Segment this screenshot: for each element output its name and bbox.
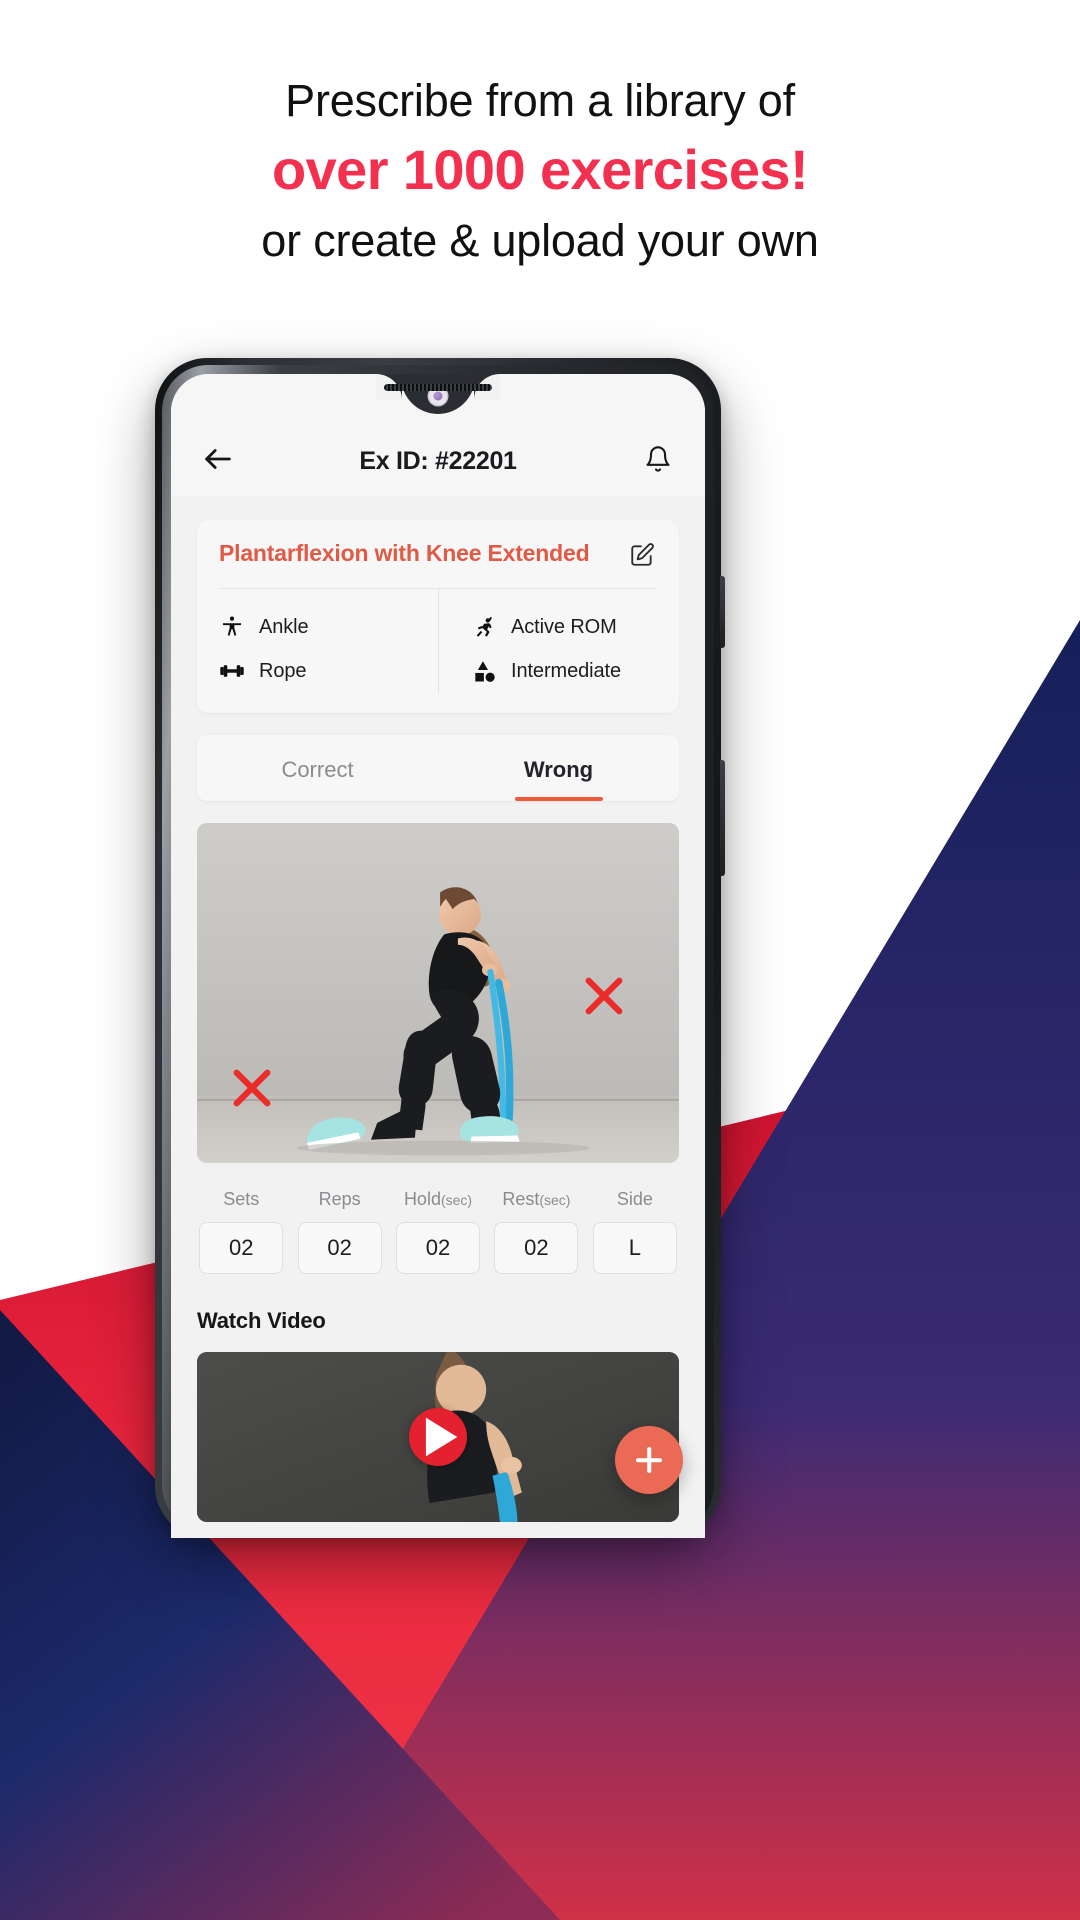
- exercise-media-card: [197, 823, 679, 1163]
- stat-rest: Rest(sec) 02: [492, 1189, 580, 1274]
- app-root: Ex ID: #22201 Plantarflexion with Knee E…: [171, 374, 705, 1538]
- correct-wrong-tabs: Correct Wrong: [197, 735, 679, 801]
- play-icon: [425, 1417, 458, 1457]
- tab-correct[interactable]: Correct: [197, 735, 438, 801]
- attribute-body-part[interactable]: Ankle: [219, 605, 438, 649]
- plus-icon: [634, 1445, 664, 1475]
- stat-rest-label: Rest(sec): [502, 1189, 571, 1209]
- page-title: Ex ID: #22201: [359, 447, 517, 475]
- exercise-parameters: Sets 02 Reps 02 Hold(sec) 02 Rest(sec) 0…: [197, 1189, 679, 1274]
- watch-video-heading: Watch Video: [197, 1308, 326, 1333]
- stat-reps-value[interactable]: 02: [297, 1222, 382, 1274]
- headline-line-2: over 1000 exercises!: [272, 137, 809, 201]
- headline-line-1: Prescribe from a library of: [285, 75, 795, 126]
- stat-hold-value[interactable]: 02: [396, 1222, 481, 1274]
- attribute-exercise-type[interactable]: Active ROM: [471, 605, 657, 649]
- phone-mockup: Ex ID: #22201 Plantarflexion with Knee E…: [155, 358, 725, 1538]
- wrong-mark-upper: [581, 973, 627, 1019]
- stat-sets-value[interactable]: 02: [199, 1222, 284, 1274]
- bell-icon: [646, 446, 670, 472]
- edit-exercise-button[interactable]: [627, 540, 657, 570]
- attribute-grid: Ankle Rope Active ROM Intermediate: [219, 589, 657, 693]
- attribute-body-part-label: Ankle: [259, 615, 309, 638]
- x-icon: [585, 977, 623, 1015]
- attribute-equipment[interactable]: Rope: [219, 649, 438, 693]
- exercise-info-card: Plantarflexion with Knee Extended Ankle …: [197, 520, 679, 713]
- exercise-photo[interactable]: [197, 823, 679, 1163]
- attribute-column-right: Active ROM Intermediate: [438, 589, 657, 693]
- phone-screen: Ex ID: #22201 Plantarflexion with Knee E…: [171, 374, 705, 1538]
- stat-reps: Reps 02: [295, 1189, 383, 1274]
- edit-pencil-icon: [631, 543, 654, 566]
- stat-reps-label: Reps: [318, 1189, 361, 1209]
- stat-side-label: Side: [616, 1189, 653, 1209]
- x-icon: [233, 1069, 271, 1107]
- shapes-difficulty-icon: [471, 658, 497, 684]
- attribute-equipment-label: Rope: [259, 659, 307, 682]
- back-button[interactable]: [197, 438, 239, 480]
- app-content-scroll[interactable]: Plantarflexion with Knee Extended Ankle …: [171, 496, 705, 1538]
- arrow-left-icon: [205, 449, 231, 469]
- attribute-difficulty-label: Intermediate: [511, 659, 621, 682]
- volume-button[interactable]: [720, 760, 725, 876]
- attribute-exercise-type-label: Active ROM: [511, 615, 617, 638]
- earpiece-speaker: [384, 384, 492, 391]
- stat-sets-label: Sets: [223, 1189, 260, 1209]
- notifications-button[interactable]: [637, 438, 679, 480]
- play-button[interactable]: [409, 1408, 467, 1466]
- attribute-difficulty[interactable]: Intermediate: [471, 649, 657, 693]
- stat-rest-value[interactable]: 02: [494, 1222, 579, 1274]
- exercise-title: Plantarflexion with Knee Extended: [219, 540, 590, 566]
- stat-hold: Hold(sec) 02: [394, 1189, 482, 1274]
- stat-hold-label: Hold(sec): [403, 1189, 473, 1209]
- tab-wrong[interactable]: Wrong: [438, 735, 679, 801]
- add-exercise-fab[interactable]: [615, 1426, 683, 1494]
- video-thumbnail[interactable]: [197, 1352, 679, 1522]
- power-button[interactable]: [720, 576, 725, 648]
- attribute-column-left: Ankle Rope: [219, 589, 438, 693]
- exercise-title-row: Plantarflexion with Knee Extended: [219, 540, 657, 570]
- wrong-mark-lower: [229, 1065, 275, 1111]
- headline-line-3: or create & upload your own: [261, 215, 819, 267]
- stat-side: Side L: [591, 1189, 679, 1274]
- stat-side-value[interactable]: L: [592, 1222, 677, 1274]
- stat-sets: Sets 02: [197, 1189, 285, 1274]
- equipment-dumbbell-icon: [219, 658, 245, 684]
- headline-block: Prescribe from a library of over 1000 ex…: [0, 72, 1080, 270]
- running-person-icon: [471, 614, 497, 640]
- body-part-icon: [219, 614, 245, 640]
